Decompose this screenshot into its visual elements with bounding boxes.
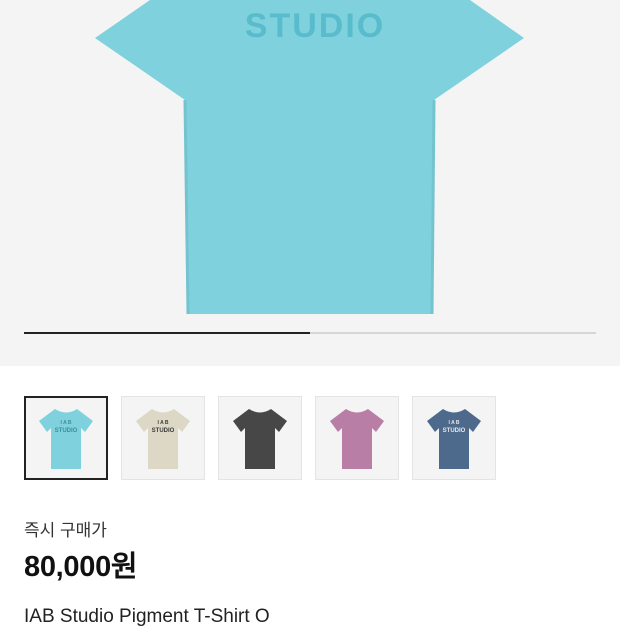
tshirt-shape (39, 409, 93, 469)
product-title: IAB Studio Pigment T-Shirt O (24, 606, 270, 627)
carousel-progress-fill (24, 332, 310, 334)
tshirt-image: STUDIO (95, 0, 524, 315)
product-image-carousel[interactable]: STUDIO (0, 0, 620, 366)
color-thumbnail-5[interactable]: I A B STUDIO (412, 396, 496, 480)
tshirt-logo-text: I A B (60, 420, 71, 426)
tshirt-print-text: STUDIO (443, 428, 466, 434)
tshirt-print-text: STUDIO (152, 428, 175, 434)
tshirt-print-text: STUDIO (55, 428, 78, 434)
tshirt-shape (136, 409, 190, 469)
tshirt-fold-shading-right (430, 99, 436, 315)
tshirt-thumbnail-image: I A B STUDIO (427, 409, 481, 469)
tshirt-thumbnail-image: I A B STUDIO (39, 409, 93, 469)
price-label: 즉시 구매가 (24, 521, 107, 540)
tshirt-shape (427, 409, 481, 469)
color-thumbnail-4[interactable] (315, 396, 399, 480)
tshirt-logo-text: I A B (157, 420, 168, 426)
tshirt-thumbnail-image: I A B STUDIO (136, 409, 190, 469)
tshirt-shape (330, 409, 384, 469)
tshirt-body-shape (95, 0, 524, 314)
tshirt-logo-text: I A B (448, 420, 459, 426)
color-thumbnail-1[interactable]: I A B STUDIO (24, 396, 108, 480)
price-amount: 80,000원 (24, 551, 138, 583)
color-thumbnail-list: I A B STUDIO I A B STUDIO I A B STUDIO (24, 396, 496, 480)
tshirt-thumbnail-image (233, 409, 287, 469)
color-thumbnail-3[interactable] (218, 396, 302, 480)
tshirt-thumbnail-image (330, 409, 384, 469)
color-thumbnail-2[interactable]: I A B STUDIO (121, 396, 205, 480)
tshirt-print-text: STUDIO (245, 7, 385, 45)
carousel-progress-track (24, 332, 596, 334)
tshirt-shape (233, 409, 287, 469)
